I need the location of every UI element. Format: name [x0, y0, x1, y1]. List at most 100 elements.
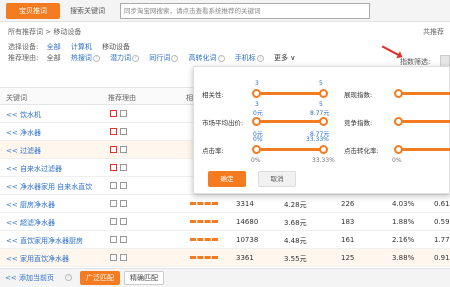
- slider-track: [396, 92, 450, 95]
- cvr-bottom-min: 0%: [392, 157, 402, 164]
- ctr-bottom-min: 0%: [251, 157, 261, 164]
- market-cpc-tick-right: 5: [319, 101, 323, 108]
- broad-match-button[interactable]: 广泛匹配: [80, 271, 120, 285]
- table-cell: 14680: [236, 218, 259, 226]
- hot-tag-icon: [110, 110, 117, 117]
- column-header-relevance[interactable]: 相: [186, 93, 193, 103]
- reason-option-peer[interactable]: 同行词?: [149, 54, 179, 62]
- slider-handle-min[interactable]: [394, 117, 403, 126]
- slider-handle-max[interactable]: [319, 117, 328, 126]
- device-filter-row: 选择设备: 全部 计算机 移动设备: [8, 42, 138, 52]
- hot-tag-icon: [110, 200, 117, 207]
- reason-tag-icon: [120, 164, 127, 171]
- bottom-action-bar: << 添加当前页 ? 广泛匹配 精确匹配: [0, 268, 450, 287]
- column-header-keyword[interactable]: 关键词: [6, 93, 27, 103]
- keyword-link[interactable]: << 家用直饮净水器: [6, 254, 69, 264]
- cvr-label: 点击转化率:: [344, 147, 379, 155]
- cancel-button[interactable]: 取消: [258, 171, 296, 187]
- add-current-page-link[interactable]: << 添加当前页: [5, 273, 54, 283]
- confirm-button[interactable]: 确定: [208, 171, 246, 187]
- slider-handle-min[interactable]: [252, 117, 261, 126]
- table-row[interactable]: << 超滤净水器 14680 3.68元 183 1.88% 0.59: [0, 213, 450, 231]
- ctr-bottom-max: 33.33%: [312, 157, 335, 164]
- reason-tag-icon: [120, 128, 127, 135]
- keyword-link[interactable]: << 饮水机: [6, 110, 41, 120]
- keyword-link[interactable]: << 过滤器: [6, 146, 41, 156]
- slider-handle-max[interactable]: [319, 145, 328, 154]
- keyword-link[interactable]: << 厨房净水器: [6, 200, 55, 210]
- reason-option-potential[interactable]: 潜力词?: [110, 54, 140, 62]
- reason-option-mobile[interactable]: 手机标?: [235, 54, 264, 62]
- keyword-link[interactable]: << 净水器: [6, 128, 41, 138]
- help-icon: ?: [92, 54, 100, 62]
- keyword-search-input[interactable]: 同步淘宝网搜索，请点击查看系统推荐的关键词: [120, 3, 370, 19]
- hot-tag-icon: [110, 182, 117, 189]
- index-filter-panel: 相关性: 3 5 展现指数: 市场平均出价: 3 5 0元 8.77元 竞争指数…: [193, 66, 450, 194]
- relevance-bars: [190, 220, 218, 223]
- slider-track: [396, 120, 450, 123]
- cvr-slider[interactable]: [394, 137, 450, 161]
- slider-handle-min[interactable]: [252, 89, 261, 98]
- reason-option-hot[interactable]: 热搜词?: [71, 54, 100, 62]
- hot-tag-icon: [110, 164, 117, 171]
- reason-tag-icon: [120, 110, 127, 117]
- table-row[interactable]: << 厨房净水器 3314 4.28元 226 4.03% 0.61: [0, 195, 450, 213]
- table-cell: 2.16%: [392, 236, 415, 244]
- table-cell: 0.59: [434, 218, 450, 226]
- exact-match-button[interactable]: 精确匹配: [124, 271, 164, 285]
- keyword-link[interactable]: << 净水器家用 自来水直饮: [6, 182, 92, 192]
- reason-option-conversion[interactable]: 高转化词?: [189, 54, 225, 62]
- table-cell: 3.88%: [392, 254, 415, 262]
- reason-tag-icon: [120, 200, 127, 207]
- reason-tag-icon: [120, 236, 127, 243]
- table-cell: 1.77: [434, 236, 450, 244]
- market-cpc-label: 市场平均出价:: [202, 119, 244, 127]
- slider-handle-max[interactable]: [319, 89, 328, 98]
- market-cpc-tick-left: 3: [255, 101, 259, 108]
- hot-tag-icon: [110, 254, 117, 261]
- hot-tag-icon: [110, 146, 117, 153]
- relevance-bars: [190, 202, 218, 205]
- table-cell: 125: [341, 254, 355, 262]
- keyword-link[interactable]: << 超滤净水器: [6, 218, 55, 228]
- tab-search-keywords[interactable]: 搜索关键词: [70, 3, 105, 19]
- reason-tag-icon: [120, 254, 127, 261]
- hot-tag-icon: [110, 128, 117, 135]
- relevance-bars: [190, 256, 218, 259]
- table-cell: 0.61: [434, 200, 450, 208]
- breadcrumb: 所有推荐词 > 移动设备: [8, 28, 82, 36]
- more-filters-toggle[interactable]: 更多 ∨: [274, 54, 295, 62]
- reason-label: 推荐理由:: [8, 54, 39, 62]
- table-cell: 3.55元: [284, 255, 307, 263]
- keyword-link[interactable]: << 直饮家用净水器厨房: [6, 236, 83, 246]
- relevance-bars: [190, 238, 218, 241]
- table-cell: 183: [341, 218, 355, 226]
- reason-tag-icon: [120, 146, 127, 153]
- device-option-all[interactable]: 全部: [47, 43, 61, 51]
- table-row[interactable]: << 家用直饮净水器 3361 3.55元 125 3.88% 0.91: [0, 249, 450, 267]
- help-icon: ?: [171, 54, 179, 62]
- hot-tag-icon: [110, 236, 117, 243]
- competition-index-slider[interactable]: [394, 109, 450, 133]
- tab-item-recommend[interactable]: 宝贝推词: [6, 3, 60, 19]
- help-icon: ?: [217, 54, 225, 62]
- display-index-slider[interactable]: [394, 81, 450, 105]
- reason-option-all[interactable]: 全部: [47, 54, 61, 62]
- slider-handle-min[interactable]: [394, 145, 403, 154]
- slider-track: [254, 148, 326, 151]
- table-cell: 4.48元: [284, 237, 307, 245]
- table-row[interactable]: << 直饮家用净水器厨房 10738 4.48元 161 2.16% 1.77: [0, 231, 450, 249]
- device-option-mobile[interactable]: 移动设备: [102, 43, 130, 51]
- table-cell: 10738: [236, 236, 259, 244]
- annotation-arrow-icon: [381, 45, 401, 57]
- device-option-computer[interactable]: 计算机: [71, 43, 92, 51]
- reason-filter-row: 推荐理由: 全部 热搜词? 潜力词? 同行词? 高转化词? 手机标? 更多 ∨: [8, 53, 295, 63]
- column-header-reason[interactable]: 推荐理由: [108, 93, 136, 103]
- relevance-slider[interactable]: [252, 81, 328, 105]
- keyword-link[interactable]: << 自来水过滤器: [6, 164, 62, 174]
- slider-handle-min[interactable]: [252, 145, 261, 154]
- table-cell: 0.91: [434, 254, 450, 262]
- device-label: 选择设备:: [8, 43, 39, 51]
- slider-handle-min[interactable]: [394, 89, 403, 98]
- slider-track: [254, 92, 326, 95]
